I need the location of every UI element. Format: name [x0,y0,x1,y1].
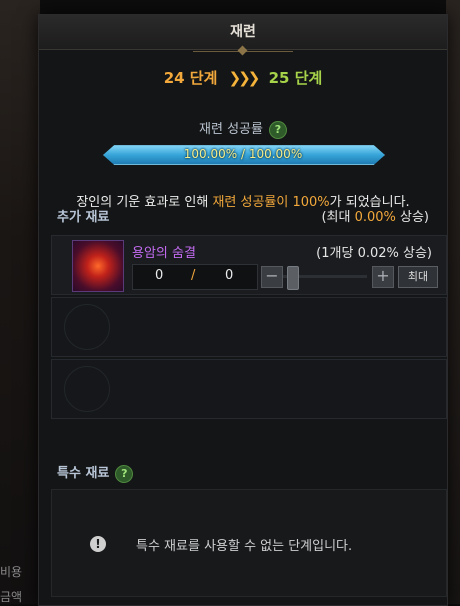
stage-from: 24 단계 [163,69,218,87]
success-rate-label: 재련 성공률 [199,122,263,137]
max-button[interactable]: 최대 [398,266,438,288]
stage-row: 24 단계 ❯❯❯ 25 단계 [39,67,447,88]
stage-to: 25 단계 [268,69,323,87]
title-ornament [193,45,293,52]
decrease-button[interactable]: − [261,266,283,288]
success-rate-help-icon[interactable]: ? [268,120,287,139]
background-right [446,0,460,604]
special-materials-title: 특수 재료 [57,466,110,481]
material-count-max: 0 [225,268,234,283]
special-materials-help-icon[interactable]: ? [115,464,134,483]
empty-material-slot [51,297,447,357]
special-materials-header: 특수 재료? [57,462,429,483]
material-name: 용암의 숨결 [132,246,196,261]
bonus-value: 0.00% [354,210,396,225]
success-rate-label-row: 재련 성공률? [39,118,447,139]
background-label-cost: 비용 [0,565,23,579]
empty-slot-emblem [64,366,110,412]
background-left [0,0,40,604]
empty-slot-emblem [64,304,110,350]
increase-button[interactable]: + [372,266,394,288]
special-materials-box: ! 특수 재료를 사용할 수 없는 단계입니다. [51,489,447,597]
bonus-suffix: 상승) [395,210,429,225]
bonus-prefix: (최대 [321,210,355,225]
extra-materials-bonus: (최대 0.00% 상승) [321,206,429,225]
special-materials-message: 특수 재료를 사용할 수 없는 단계입니다. [136,539,353,554]
quantity-slider-handle[interactable] [287,266,299,290]
material-count[interactable]: 0 / 0 [132,264,258,290]
material-slot: 용암의 숨결 (1개당 0.02% 상승) 0 / 0 − + 최대 [51,235,447,295]
lava-breath-icon[interactable] [72,240,124,292]
background-label-amount: 금액 [0,590,23,604]
empty-material-slot [51,359,447,419]
material-count-separator: / [191,268,196,283]
warning-icon: ! [90,536,106,552]
success-rate-bar: 100.00% / 100.00% [97,143,389,165]
extra-materials-title: 추가 재료 [57,210,110,225]
stage-arrows-icon: ❯❯❯ [228,69,261,87]
material-note: (1개당 0.02% 상승) [316,246,432,261]
refine-panel: 재련 24 단계 ❯❯❯ 25 단계 재련 성공률? 100.00% / 100… [38,14,448,606]
material-count-current: 0 [155,268,164,283]
success-rate-value: 100.00% / 100.00% [183,147,303,161]
extra-materials-header: 추가 재료 (최대 0.00% 상승) [57,206,429,225]
